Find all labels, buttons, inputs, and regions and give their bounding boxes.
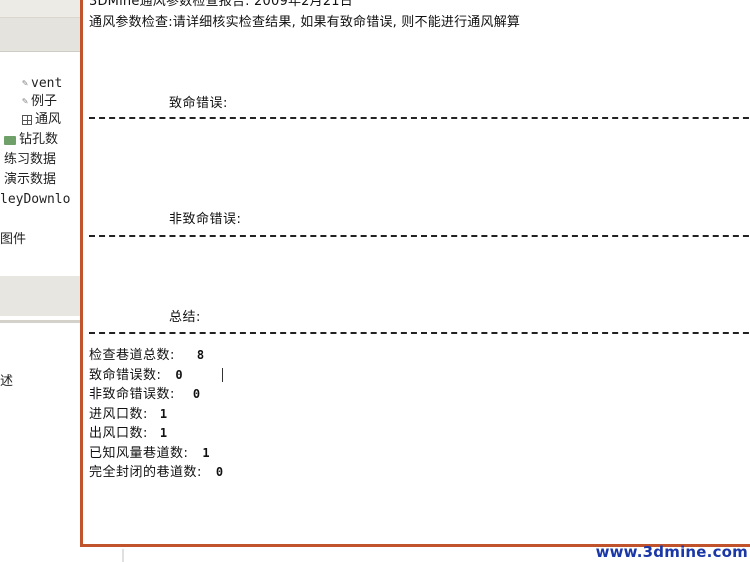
stat-label: 出风口数:: [89, 426, 148, 441]
tree-item-label: 述: [0, 374, 14, 389]
stat-intake-count: 进风口数: 1: [89, 405, 223, 425]
tree-item-vent[interactable]: ✎ vent: [22, 76, 62, 92]
explorer-panel: ✎ vent ✎ 例子 通风 钻孔数 练习数据 演示数据 leyDownlo 图…: [0, 0, 80, 562]
folder-icon: [4, 135, 16, 145]
tree-item-drawings[interactable]: 图件: [0, 232, 26, 248]
stat-label: 进风口数:: [89, 406, 148, 422]
nonfatal-errors-divider: [89, 235, 750, 237]
tree-item-label: 图件: [0, 232, 27, 247]
stat-label: 已知风量巷道数:: [89, 445, 189, 461]
stat-value: 0: [175, 367, 183, 382]
ventilation-report-window[interactable]: 3DMine通风参数检查报告: 2009年2月21日 通风参数检查:请详细核实检…: [80, 0, 750, 547]
tree-item-label: 演示数据: [4, 172, 57, 187]
tree-item-description[interactable]: 述: [0, 374, 13, 390]
watermark-text: www.3dmine.com: [595, 543, 748, 561]
nonfatal-errors-heading: 非致命错误:: [169, 212, 242, 227]
summary-divider: [89, 332, 750, 334]
tree-item-label: 例子: [31, 94, 58, 109]
explorer-toolbar: [0, 18, 80, 52]
tree-item-label: 钻孔数: [19, 132, 59, 147]
tree-item-ventilation[interactable]: 通风: [22, 112, 61, 128]
stat-nonfatal-errors: 非致命错误数: 0: [89, 385, 223, 405]
stat-label: 完全封闭的巷道数:: [89, 465, 202, 480]
stat-value: 0: [192, 387, 201, 401]
tree-item-downloads[interactable]: leyDownlo: [0, 192, 70, 208]
stat-value: 1: [159, 426, 168, 440]
tree-item-label: leyDownlo: [0, 192, 71, 207]
link-icon: ✎: [22, 78, 29, 89]
stat-known-airflow: 已知风量巷道数: 1: [89, 444, 223, 464]
fatal-errors-divider: [89, 117, 750, 119]
stat-value: 8: [196, 348, 205, 362]
tree-item-example[interactable]: ✎ 例子: [22, 94, 57, 110]
text-cursor: [222, 368, 223, 382]
report-title: 3DMine通风参数检查报告: 2009年2月21日: [89, 0, 353, 9]
stat-value: 1: [202, 445, 210, 460]
summary-heading: 总结:: [169, 310, 201, 325]
stat-closed-roadways: 完全封闭的巷道数: 0: [89, 463, 223, 483]
tree-item-label: 练习数据: [4, 152, 57, 167]
tree-item-label: vent: [31, 76, 63, 91]
stat-value: 0: [215, 465, 224, 479]
stat-fatal-errors: 致命错误数: 0: [89, 366, 223, 386]
report-text-area[interactable]: 3DMine通风参数检查报告: 2009年2月21日 通风参数检查:请详细核实检…: [89, 0, 750, 544]
stat-return-count: 出风口数: 1: [89, 424, 223, 444]
explorer-header: [0, 0, 80, 18]
stat-label: 致命错误数:: [89, 367, 162, 383]
tree-item-practice-data[interactable]: 练习数据: [4, 152, 56, 168]
tree-item-label: 通风: [35, 112, 62, 127]
stat-label: 非致命错误数:: [89, 387, 175, 402]
stat-value: 1: [159, 406, 168, 421]
fatal-errors-heading: 致命错误:: [169, 96, 228, 111]
status-divider: [122, 549, 124, 562]
explorer-divider-panel: [0, 276, 80, 316]
doc-icon: ✎: [22, 96, 29, 107]
stat-total-roadways: 检查巷道总数: 8: [89, 346, 223, 366]
explorer-separator: [0, 320, 80, 323]
report-description: 通风参数检查:请详细核实检查结果, 如果有致命错误, 则不能进行通风解算: [89, 15, 521, 30]
summary-stats: 检查巷道总数: 8 致命错误数: 0 非致命错误数: 0 进风口数: 1 出风口…: [89, 346, 223, 483]
tree-item-drill-data[interactable]: 钻孔数: [4, 132, 58, 148]
grid-icon: [22, 115, 32, 125]
tree-item-demo-data[interactable]: 演示数据: [4, 172, 56, 188]
stat-label: 检查巷道总数:: [89, 348, 175, 363]
